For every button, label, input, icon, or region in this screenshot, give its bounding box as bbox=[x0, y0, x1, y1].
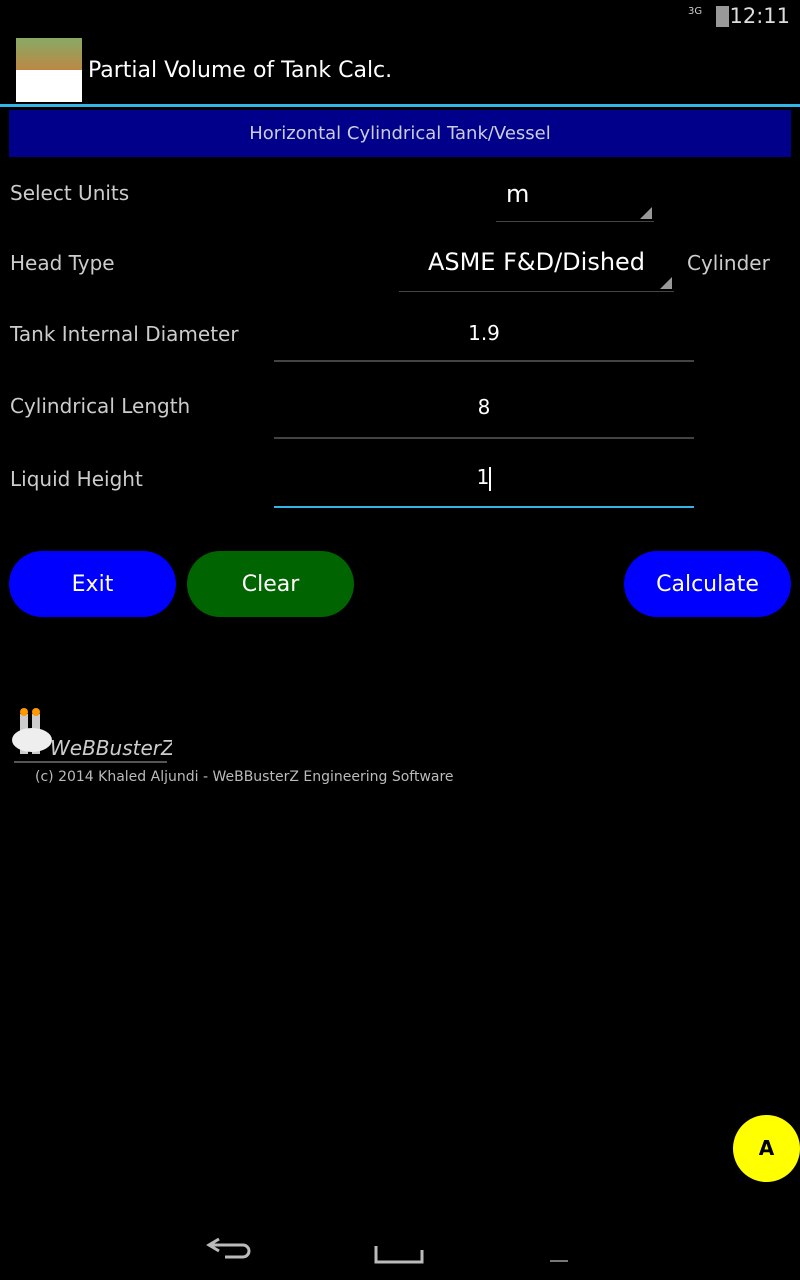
recents-icon[interactable] bbox=[550, 1260, 568, 1262]
diameter-value: 1.9 bbox=[468, 321, 500, 345]
units-value: m bbox=[506, 180, 530, 208]
clear-button[interactable]: Clear bbox=[187, 551, 354, 617]
webbusterz-logo: WeBBusterZ bbox=[12, 708, 176, 772]
back-icon[interactable] bbox=[205, 1235, 255, 1265]
units-spinner[interactable]: m bbox=[496, 178, 654, 222]
length-label: Cylindrical Length bbox=[10, 394, 191, 418]
status-bar: 3G 12:11 bbox=[0, 0, 800, 34]
units-label: Select Units bbox=[10, 181, 130, 205]
fab-button[interactable]: A bbox=[733, 1115, 800, 1182]
liquid-height-input[interactable]: 1 bbox=[274, 465, 694, 508]
copyright: (c) 2014 Khaled Aljundi - WeBBusterZ Eng… bbox=[35, 769, 454, 785]
diameter-input[interactable]: 1.9 bbox=[274, 321, 694, 362]
head-note: Cylinder bbox=[687, 251, 770, 275]
home-icon[interactable] bbox=[374, 1242, 426, 1264]
clock: 12:11 bbox=[729, 4, 790, 28]
length-value: 8 bbox=[477, 395, 491, 419]
liquid-height-label: Liquid Height bbox=[10, 467, 143, 491]
app-icon bbox=[16, 38, 82, 102]
diameter-label: Tank Internal Diameter bbox=[10, 322, 239, 346]
exit-button[interactable]: Exit bbox=[9, 551, 176, 617]
head-type-value: ASME F&D/Dished bbox=[427, 248, 646, 276]
liquid-height-value: 1 bbox=[476, 465, 490, 489]
divider bbox=[0, 104, 800, 107]
battery-icon bbox=[716, 6, 729, 27]
head-type-spinner[interactable]: ASME F&D/Dished bbox=[399, 248, 674, 292]
length-input[interactable]: 8 bbox=[274, 395, 694, 439]
tank-type-banner: Horizontal Cylindrical Tank/Vessel bbox=[9, 110, 791, 157]
signal-icon: 3G bbox=[688, 6, 703, 17]
calculate-button[interactable]: Calculate bbox=[624, 551, 791, 617]
app-title: Partial Volume of Tank Calc. bbox=[88, 58, 393, 83]
navigation-bar bbox=[0, 1220, 800, 1280]
text-cursor bbox=[489, 466, 492, 491]
head-type-label: Head Type bbox=[10, 251, 115, 275]
svg-text:WeBBusterZ: WeBBusterZ bbox=[50, 736, 172, 760]
